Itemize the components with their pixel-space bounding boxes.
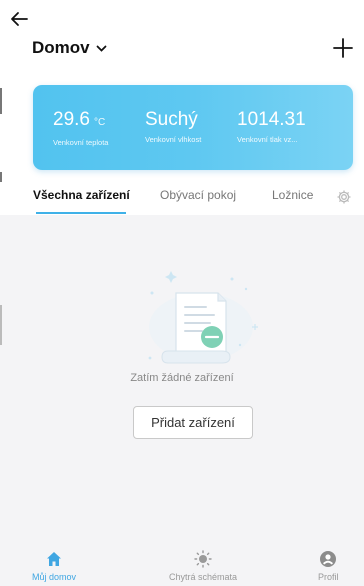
bottom-navigation: Můj domov Chytrá schémata Profil: [0, 545, 364, 586]
empty-document-illustration: [148, 271, 258, 364]
temperature-unit: °C: [93, 117, 106, 128]
home-selector[interactable]: Domov: [32, 38, 107, 58]
edge-divider: [0, 305, 2, 345]
tab-bedroom[interactable]: Ložnice: [272, 188, 313, 202]
nav-label: Profil: [318, 572, 339, 582]
nav-my-home[interactable]: Můj domov: [32, 550, 76, 582]
weather-card: 29.6 °C Venkovní teplota Suchý Venkovní v…: [33, 85, 353, 170]
humidity-value: Suchý: [145, 109, 198, 130]
tab-living-room[interactable]: Obývací pokoj: [160, 188, 236, 202]
edge-divider: [0, 172, 2, 182]
empty-state-text: Zatím žádné zařízení: [130, 372, 234, 384]
nav-smart-scenes[interactable]: Chytrá schémata: [169, 550, 237, 582]
active-tab-indicator: [36, 212, 126, 214]
tab-all-devices[interactable]: Všechna zařízení: [33, 188, 130, 202]
sun-icon: [194, 550, 212, 568]
pressure-label: Venkovní tlak vz...: [237, 135, 298, 144]
nav-label: Chytrá schémata: [169, 572, 238, 582]
add-device-button[interactable]: Přidat zařízení: [133, 406, 253, 439]
profile-icon: [320, 551, 337, 567]
home-icon: [47, 552, 61, 566]
back-arrow-icon[interactable]: [8, 8, 30, 30]
outdoor-humidity: Suchý Venkovní vlhkost: [145, 109, 201, 144]
temperature-label: Venkovní teplota: [53, 138, 109, 147]
temperature-value: 29.6: [53, 109, 90, 130]
nav-profile[interactable]: Profil: [318, 550, 339, 582]
header-area: Domov 29.6 °C Venkovní teplota Suchý Venk…: [0, 0, 364, 215]
humidity-label: Venkovní vlhkost: [145, 135, 202, 144]
outdoor-pressure: 1014.31 Venkovní tlak vz...: [237, 109, 306, 144]
nav-label: Můj domov: [32, 572, 77, 582]
home-name: Domov: [32, 38, 90, 57]
gear-icon[interactable]: [336, 189, 352, 205]
room-tabs: Všechna zařízení Obývací pokoj Ložnice: [0, 188, 364, 216]
outdoor-temperature: 29.6 °C Venkovní teplota: [53, 109, 108, 147]
chevron-down-icon: [96, 45, 107, 52]
add-icon[interactable]: [332, 37, 354, 59]
edge-divider: [0, 88, 2, 114]
pressure-value: 1014.31: [237, 109, 306, 130]
